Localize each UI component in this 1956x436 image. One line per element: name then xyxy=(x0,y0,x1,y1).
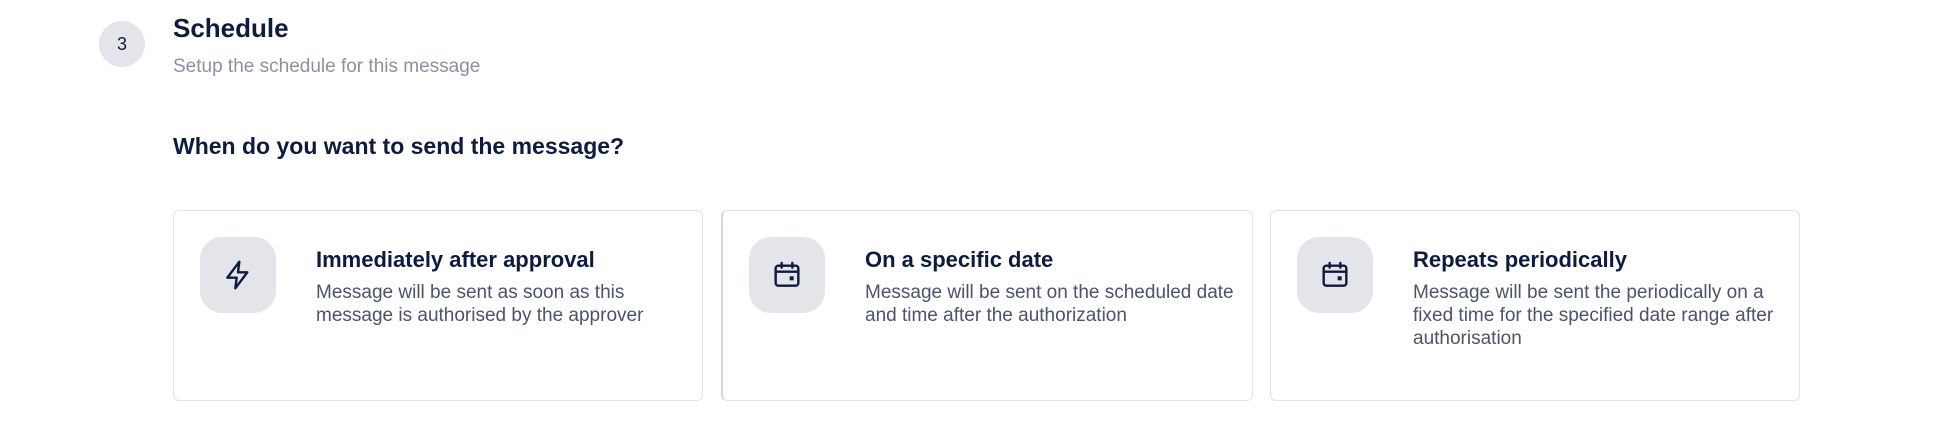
step-number: 3 xyxy=(116,33,127,54)
option-icon-tile xyxy=(1297,237,1373,313)
option-specific-date-card[interactable]: On a specific date Message will be sent … xyxy=(721,210,1253,401)
option-description: Message will be sent on the scheduled da… xyxy=(865,282,1234,326)
option-title: On a specific date xyxy=(865,247,1054,272)
option-title: Immediately after approval xyxy=(316,247,595,272)
option-repeats-periodically-card[interactable]: Repeats periodically Message will be sen… xyxy=(1270,210,1800,401)
option-description: Message will be sent the periodically on… xyxy=(1413,282,1774,349)
option-title: Repeats periodically xyxy=(1413,247,1627,272)
calendar-icon xyxy=(774,261,800,287)
section-title: Schedule xyxy=(173,13,289,43)
option-icon-tile xyxy=(200,237,276,313)
step-number-badge: 3 xyxy=(99,21,145,67)
option-description: Message will be sent as soon as this mes… xyxy=(316,282,644,326)
lightning-icon xyxy=(226,260,249,290)
option-immediately-card[interactable]: Immediately after approval Message will … xyxy=(173,210,703,401)
schedule-question: When do you want to send the message? xyxy=(173,133,625,159)
schedule-options: Immediately after approval Message will … xyxy=(173,210,1800,403)
section-subtitle: Setup the schedule for this message xyxy=(173,56,481,77)
option-icon-tile xyxy=(749,237,825,313)
calendar-icon xyxy=(1322,261,1348,287)
